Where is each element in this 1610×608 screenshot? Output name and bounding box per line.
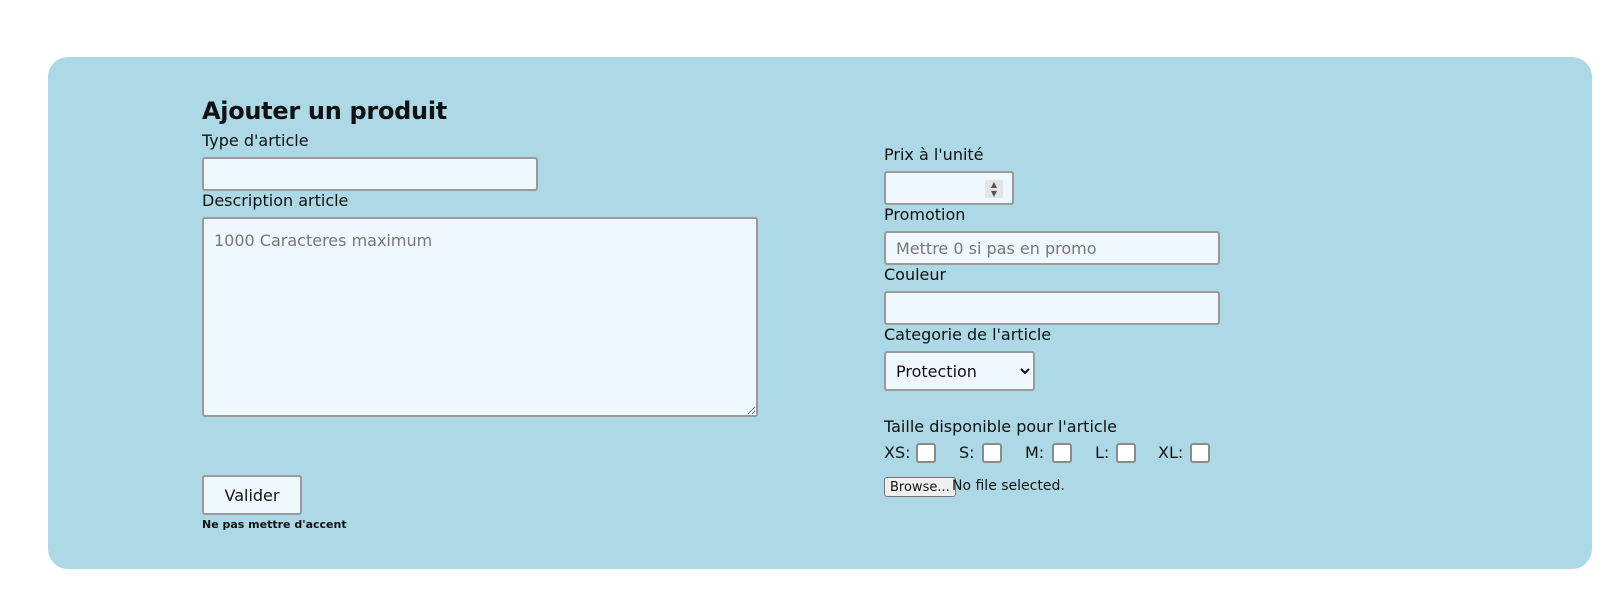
category-label: Categorie de l'article (884, 325, 1052, 344)
file-browse-button[interactable]: Browse... (884, 477, 956, 497)
size-xl-checkbox[interactable] (1190, 443, 1210, 463)
size-m-label: M: (1025, 443, 1045, 462)
form-panel: Ajouter un produit Type d'article Descri… (48, 57, 1592, 569)
category-select[interactable]: Protection (884, 351, 1035, 391)
stepper-icon[interactable]: ▲ ▼ (985, 180, 1003, 198)
promo-input[interactable] (884, 231, 1220, 265)
accent-note: Ne pas mettre d'accent (202, 518, 347, 531)
size-xs-label: XS: (884, 443, 911, 462)
color-input[interactable] (884, 291, 1220, 325)
size-s-label: S: (959, 443, 975, 462)
file-status: No file selected. (952, 478, 1065, 494)
size-l-checkbox[interactable] (1116, 443, 1136, 463)
price-label: Prix à l'unité (884, 145, 984, 164)
price-input[interactable]: ▲ ▼ (884, 171, 1014, 205)
type-input[interactable] (202, 157, 538, 191)
color-label: Couleur (884, 265, 947, 284)
page-title: Ajouter un produit (202, 97, 447, 125)
submit-button[interactable]: Valider (202, 475, 302, 515)
size-xs-checkbox[interactable] (916, 443, 936, 463)
size-m-checkbox[interactable] (1052, 443, 1072, 463)
size-l-label: L: (1095, 443, 1110, 462)
description-textarea[interactable] (202, 217, 758, 417)
size-xl-label: XL: (1158, 443, 1184, 462)
type-label: Type d'article (202, 131, 309, 150)
description-label: Description article (202, 191, 349, 210)
promo-label: Promotion (884, 205, 966, 224)
size-s-checkbox[interactable] (982, 443, 1002, 463)
sizes-label: Taille disponible pour l'article (884, 417, 1117, 436)
